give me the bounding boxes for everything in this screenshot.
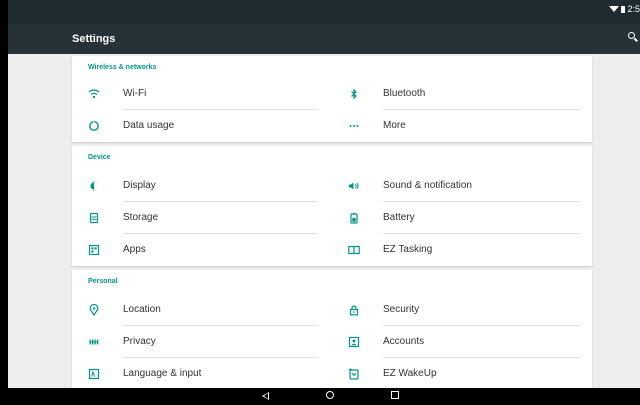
navigation-bar: [8, 388, 640, 405]
ez-wakeup-icon: [348, 368, 360, 380]
ez-tasking-icon: [348, 244, 360, 256]
setting-item-ez-wakeup[interactable]: EZ WakeUp: [332, 358, 592, 390]
search-icon[interactable]: [628, 32, 638, 44]
setting-item-language-input[interactable]: Language & input: [72, 358, 332, 390]
setting-item-bluetooth[interactable]: Bluetooth: [332, 78, 592, 110]
setting-item-label: Battery: [383, 212, 415, 223]
settings-screen: 2:5 Settings Wireless & networks Wi-Fi B…: [8, 0, 640, 405]
setting-item-label: Privacy: [123, 336, 156, 347]
setting-item-apps[interactable]: Apps: [72, 234, 332, 266]
back-icon[interactable]: [262, 392, 269, 400]
section-title: Device: [88, 154, 111, 161]
bluetooth-icon: [348, 88, 360, 100]
apps-icon: [88, 244, 100, 256]
wifi-icon: [88, 88, 100, 100]
setting-item-display[interactable]: Display: [72, 170, 332, 202]
status-icons: 2:5: [609, 4, 640, 14]
setting-item-label: EZ Tasking: [383, 244, 433, 255]
setting-item-ez-tasking[interactable]: EZ Tasking: [332, 234, 592, 266]
location-icon: [88, 304, 100, 316]
setting-item-sound-notification[interactable]: Sound & notification: [332, 170, 592, 202]
setting-item-label: Accounts: [383, 336, 425, 347]
home-icon[interactable]: [326, 391, 334, 399]
more-icon: [348, 120, 360, 132]
setting-item-security[interactable]: Security: [332, 294, 592, 326]
setting-item-label: Location: [123, 304, 161, 315]
section-wireless-networks: Wireless & networks Wi-Fi Bluetooth Data…: [72, 56, 592, 142]
setting-item-wifi[interactable]: Wi-Fi: [72, 78, 332, 110]
page-title: Settings: [72, 33, 116, 45]
data-usage-icon: [88, 120, 100, 132]
display-icon: [88, 180, 100, 192]
setting-item-label: Sound & notification: [383, 180, 472, 191]
setting-item-label: Wi-Fi: [123, 88, 147, 99]
setting-item-label: Data usage: [123, 120, 175, 131]
setting-item-label: More: [383, 120, 406, 131]
setting-item-storage[interactable]: Storage: [72, 202, 332, 234]
section-title: Personal: [88, 278, 118, 285]
setting-item-more[interactable]: More: [332, 110, 592, 142]
recent-apps-icon[interactable]: [391, 391, 399, 399]
accounts-icon: [348, 336, 360, 348]
setting-item-label: EZ WakeUp: [383, 368, 437, 379]
setting-item-accounts[interactable]: Accounts: [332, 326, 592, 358]
sound-icon: [348, 180, 360, 192]
privacy-icon: [88, 336, 100, 348]
setting-item-label: Apps: [123, 244, 146, 255]
section-device: Device Display Sound & notification Stor…: [72, 146, 592, 266]
storage-icon: [88, 212, 100, 224]
wifi-signal-icon: [609, 6, 620, 12]
setting-item-label: Bluetooth: [383, 88, 426, 99]
setting-item-privacy[interactable]: Privacy: [72, 326, 332, 358]
setting-item-label: Language & input: [123, 368, 202, 379]
setting-item-data-usage[interactable]: Data usage: [72, 110, 332, 142]
setting-item-label: Security: [383, 304, 420, 315]
app-bar: Settings: [8, 24, 640, 54]
language-icon: [88, 368, 100, 380]
setting-item-label: Display: [123, 180, 156, 191]
status-time: 2:5: [627, 4, 640, 14]
setting-item-battery[interactable]: Battery: [332, 202, 592, 234]
setting-item-label: Storage: [123, 212, 159, 223]
section-title: Wireless & networks: [88, 64, 157, 71]
lock-icon: [348, 304, 360, 316]
battery-icon: [348, 212, 360, 224]
battery-status-icon: [621, 5, 626, 13]
status-bar: 2:5: [8, 0, 640, 24]
setting-item-location[interactable]: Location: [72, 294, 332, 326]
section-personal: Personal Location Security Privacy Accou…: [72, 270, 592, 395]
